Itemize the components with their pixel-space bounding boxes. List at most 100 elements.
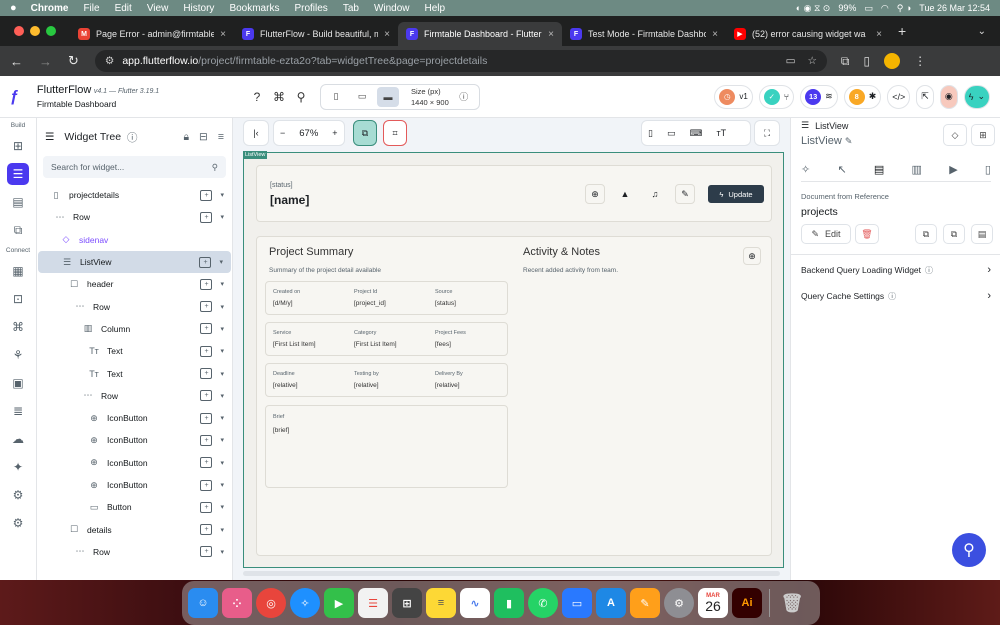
- apple-icon[interactable]: ●: [10, 2, 17, 14]
- lock-icon[interactable]: 🔒︎: [183, 131, 189, 144]
- collapse-panel-icon[interactable]: ☰: [45, 131, 54, 143]
- tree-node[interactable]: ⊕ IconButton + ▾: [37, 474, 232, 496]
- menu-tab[interactable]: Tab: [343, 3, 359, 14]
- site-settings-icon[interactable]: ⚙: [105, 55, 114, 67]
- storyboard-icon[interactable]: ▤: [7, 191, 29, 213]
- trash-icon[interactable]: 🗑︎: [777, 588, 807, 618]
- add-child-icon[interactable]: +: [200, 278, 213, 290]
- chrome-icon[interactable]: ◎: [256, 588, 286, 618]
- battery-percent[interactable]: 99%: [838, 3, 856, 13]
- add-note-button[interactable]: ⊕: [743, 247, 761, 265]
- chrome-menu-icon[interactable]: ⋮: [914, 54, 926, 68]
- version-pill[interactable]: ◷ v1: [714, 84, 753, 109]
- node-menu-icon[interactable]: ▾: [220, 548, 224, 556]
- zoom-window-button[interactable]: [46, 26, 56, 36]
- menu-help[interactable]: Help: [425, 3, 446, 14]
- paste-query-button[interactable]: ⧉: [943, 224, 965, 244]
- close-tab-icon[interactable]: ×: [876, 29, 882, 40]
- reminders-icon[interactable]: ☰: [358, 588, 388, 618]
- docs-query-button[interactable]: ▤: [971, 224, 993, 244]
- safari-icon[interactable]: ✧: [290, 588, 320, 618]
- firestore-icon[interactable]: ▦: [7, 260, 29, 282]
- add-page-icon[interactable]: ⊞: [7, 135, 29, 157]
- close-tab-icon[interactable]: ×: [384, 29, 390, 40]
- keynote-icon[interactable]: ▭: [562, 588, 592, 618]
- profile-avatar[interactable]: [884, 53, 901, 69]
- add-child-icon[interactable]: +: [200, 501, 213, 513]
- zoom-level[interactable]: 67%: [293, 128, 324, 139]
- add-child-icon[interactable]: +: [200, 390, 213, 402]
- open-preview-button[interactable]: ⇱: [916, 84, 934, 109]
- tree-node[interactable]: ⋯ Row + ▾: [37, 206, 232, 228]
- tree-node[interactable]: ⋯ Row + ▾: [37, 541, 232, 563]
- cache-settings-row[interactable]: Query Cache Settings ⓘ ›: [801, 289, 991, 303]
- node-menu-icon[interactable]: ▾: [220, 481, 224, 489]
- tree-node[interactable]: ⊕ IconButton + ▾: [37, 407, 232, 429]
- clock[interactable]: Tue 26 Mar 12:54: [919, 3, 990, 13]
- add-child-icon[interactable]: +: [200, 301, 213, 313]
- settings-icon[interactable]: ⚙: [7, 512, 29, 534]
- browser-tab[interactable]: F Firmtable Dashboard - Flutter ×: [398, 22, 562, 46]
- tree-node[interactable]: ⊕ IconButton + ▾: [37, 452, 232, 474]
- edit-query-button[interactable]: ✎ Edit: [801, 224, 851, 244]
- theme-icon[interactable]: ⚘: [7, 344, 29, 366]
- calculator-icon[interactable]: ⊞: [392, 588, 422, 618]
- info-icon[interactable]: ⓘ: [925, 265, 933, 276]
- node-menu-icon[interactable]: ▾: [219, 258, 223, 266]
- code-view-button[interactable]: </>: [887, 84, 911, 109]
- hide-overlay-button[interactable]: ⌗: [383, 120, 407, 146]
- tree-node[interactable]: ☐ details + ▾: [37, 518, 232, 540]
- warnings-pill[interactable]: 8 ✱: [843, 84, 882, 109]
- info-icon[interactable]: ⓘ: [127, 130, 138, 145]
- select-mode-button[interactable]: ⧉: [353, 120, 377, 146]
- tree-node[interactable]: Tт Text + ▾: [37, 362, 232, 384]
- close-tab-icon[interactable]: ×: [548, 29, 554, 40]
- expand-tree-icon[interactable]: ⊟: [199, 131, 208, 143]
- node-menu-icon[interactable]: ▾: [220, 392, 224, 400]
- run-test-button[interactable]: ϟ ⌄: [963, 84, 990, 109]
- add-child-icon[interactable]: +: [200, 412, 213, 424]
- browser-tab[interactable]: F Test Mode - Firmtable Dashbo ×: [562, 22, 726, 46]
- integrations-icon[interactable]: ✦: [7, 456, 29, 478]
- globe-icon-button[interactable]: ⊕: [585, 184, 605, 204]
- sort-icon[interactable]: ≡: [218, 131, 224, 143]
- summary-row-card[interactable]: Created on [d/M/y] Project Id [project_id] S…: [265, 281, 508, 315]
- reload-icon[interactable]: ↻: [68, 53, 79, 69]
- tree-node[interactable]: ⋯ Row + ▾: [37, 385, 232, 407]
- add-child-icon[interactable]: +: [200, 211, 213, 223]
- issues-pill[interactable]: 13 ≋: [800, 84, 838, 109]
- tree-node[interactable]: ▭ Button + ▾: [37, 496, 232, 518]
- copy-query-button[interactable]: ⧉: [915, 224, 937, 244]
- menu-edit[interactable]: Edit: [115, 3, 132, 14]
- add-child-icon[interactable]: +: [200, 457, 213, 469]
- tab-search-icon[interactable]: ⌄: [978, 26, 986, 37]
- update-button[interactable]: ϟ Update: [708, 185, 764, 203]
- phone-device-icon[interactable]: ▯: [325, 87, 347, 107]
- finder-icon[interactable]: ☺: [188, 588, 218, 618]
- minimize-window-button[interactable]: [30, 26, 40, 36]
- diamond-icon-button[interactable]: ◇: [943, 124, 967, 146]
- tree-node[interactable]: ⋯ Row + ▾: [37, 295, 232, 317]
- pencil-icon[interactable]: ✎: [845, 136, 853, 146]
- add-child-icon[interactable]: +: [200, 345, 213, 357]
- details-card[interactable]: Project Summary Summary of the project d…: [256, 236, 772, 556]
- tree-node[interactable]: ◇ sidenav: [37, 229, 232, 251]
- node-menu-icon[interactable]: ▾: [220, 347, 224, 355]
- api-icon[interactable]: ⌘: [7, 316, 29, 338]
- forward-icon[interactable]: →: [39, 54, 52, 69]
- tree-node[interactable]: ▯ projectdetails + ▾: [37, 184, 232, 206]
- add-child-icon[interactable]: +: [200, 479, 213, 491]
- device-frame-icon[interactable]: ▭: [667, 128, 676, 139]
- menu-window[interactable]: Window: [374, 3, 410, 14]
- summary-row-card[interactable]: Service [First List Item] Category [First L…: [265, 322, 508, 356]
- project-name[interactable]: Firmtable Dashboard: [37, 99, 159, 109]
- widget-search-input[interactable]: Search for widget... ⚲: [43, 156, 226, 178]
- node-menu-icon[interactable]: ▾: [220, 459, 224, 467]
- freeform-icon[interactable]: ∿: [460, 588, 490, 618]
- menu-profiles[interactable]: Profiles: [294, 3, 327, 14]
- numbers-icon[interactable]: ▮: [494, 588, 524, 618]
- search-icon[interactable]: ⚲: [290, 86, 312, 108]
- node-menu-icon[interactable]: ▾: [220, 213, 224, 221]
- wifi-icon[interactable]: ◠: [881, 3, 889, 14]
- tree-node[interactable]: ▥ Column + ▾: [37, 318, 232, 340]
